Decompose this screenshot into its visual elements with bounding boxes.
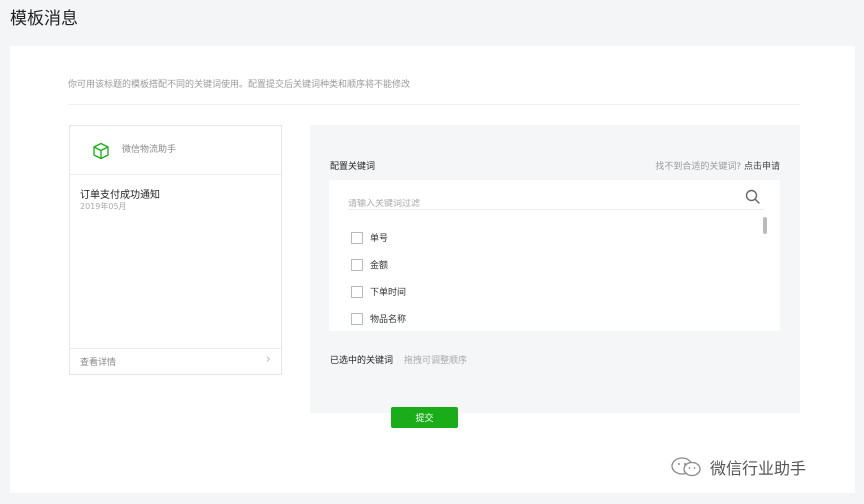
keyword-label: 单号 [370,234,389,244]
keyword-option[interactable]: 单号 [351,224,406,251]
apply-hint: 找不到合适的关键词? 点击申请 [655,159,780,172]
submit-button[interactable]: 提交 [391,407,458,428]
checkbox[interactable] [351,285,363,298]
keyword-config-panel: 配置关键词 找不到合适的关键词? 点击申请 单号 金额 下单时间 物品名称 已选… [310,125,800,413]
keyword-option[interactable]: 物品名称 [351,305,406,332]
message-title: 订单支付成功通知 [80,190,160,201]
keyword-box: 单号 金额 下单时间 物品名称 [329,180,780,331]
preview-header: 微信物流助手 [70,126,281,175]
apply-link[interactable]: 点击申请 [744,162,780,172]
keyword-option[interactable]: 下单时间 [351,278,406,305]
keyword-list: 单号 金额 下单时间 物品名称 [351,224,406,332]
checkbox[interactable] [351,312,363,325]
view-detail-label: 查看详情 [80,358,117,368]
divider [68,104,800,105]
selected-keywords-label: 已选中的关键词 [330,356,394,366]
search-icon[interactable] [745,189,760,204]
view-detail-link[interactable]: 查看详情 › [70,348,281,374]
keyword-label: 金额 [370,261,389,271]
keyword-search [348,189,764,210]
drag-hint: 拖拽可调整顺序 [404,356,468,366]
apply-hint-text: 找不到合适的关键词? [655,162,742,172]
checkbox[interactable] [351,258,363,271]
message-preview: 微信物流助手 订单支付成功通知 2019年05月 查看详情 › [69,125,282,375]
checkbox[interactable] [351,231,363,244]
config-keywords-label: 配置关键词 [330,162,376,172]
watermark-text: 微信行业助手 [710,459,807,478]
keyword-option[interactable]: 金额 [351,251,406,278]
chevron-right-icon: › [265,352,271,367]
message-date: 2019年05月 [80,202,127,211]
keyword-label: 下单时间 [370,288,407,298]
scrollbar[interactable] [763,217,767,234]
account-name: 微信物流助手 [122,145,177,155]
package-icon [93,142,109,160]
watermark: 微信行业助手 [670,452,806,482]
keyword-search-input[interactable] [348,199,728,209]
page-title: 模板消息 [10,9,78,29]
tip-text: 你可用该标题的模板搭配不同的关键词使用。配置提交后关键词种类和顺序将不能修改 [68,80,411,90]
keyword-label: 物品名称 [370,315,407,325]
wechat-logo-icon [671,457,701,477]
